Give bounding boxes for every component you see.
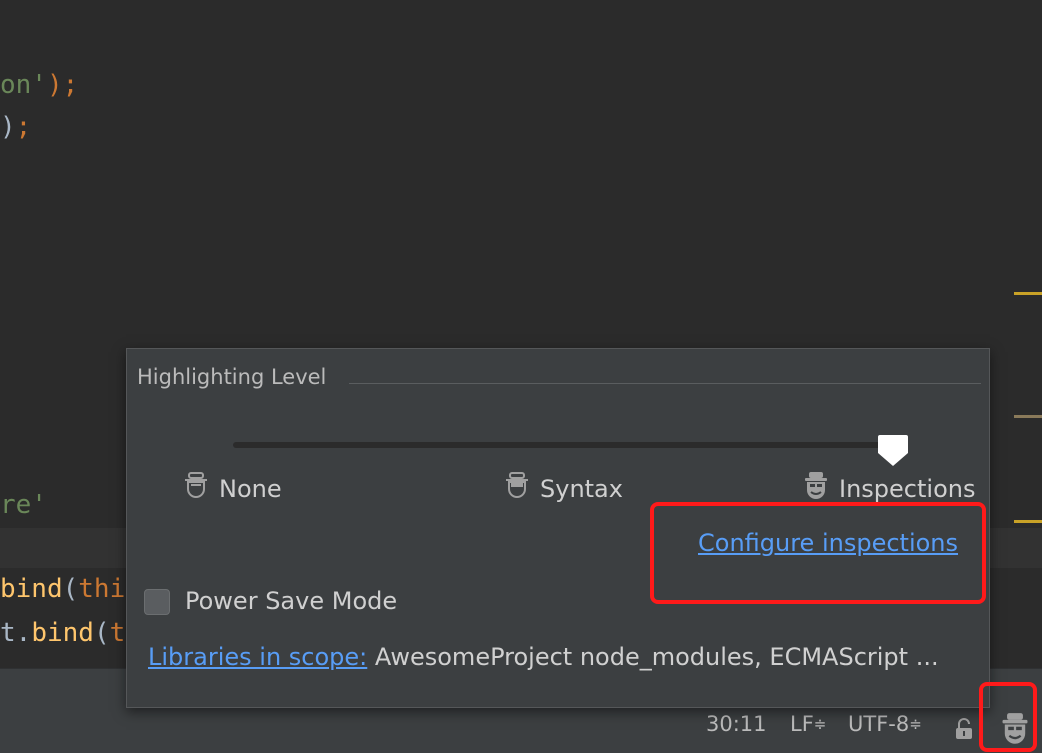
libraries-in-scope-link[interactable]: Libraries in scope: (148, 643, 367, 671)
code-plain: t. (0, 618, 32, 648)
code-line: bind(thi (0, 574, 125, 604)
encoding-widget[interactable]: UTF-8≑ (848, 712, 922, 736)
power-save-label[interactable]: Power Save Mode (185, 587, 397, 615)
line-separator-label: LF (790, 712, 814, 736)
power-save-checkbox[interactable] (144, 589, 170, 615)
level-inspections-label: Inspections (839, 475, 976, 503)
error-stripe-marker[interactable] (1014, 415, 1042, 418)
highlighting-slider[interactable] (233, 442, 905, 448)
level-none-option[interactable]: None (183, 471, 282, 507)
error-stripe-marker[interactable] (1014, 292, 1042, 295)
caret-position[interactable]: 30:11 (706, 712, 767, 736)
libraries-value: AwesomeProject node_modules, ECMAScript … (374, 643, 939, 671)
code-keyword: thi (78, 574, 126, 604)
highlight-box-hector (979, 682, 1037, 752)
libraries-row: Libraries in scope: AwesomeProject node_… (148, 643, 939, 671)
level-syntax-option[interactable]: Syntax (504, 471, 623, 507)
highlight-box-configure (650, 502, 986, 604)
code-string: re' (0, 490, 47, 520)
code-function: bind (0, 574, 63, 604)
level-syntax-label: Syntax (540, 475, 623, 503)
hector-none-icon (183, 471, 209, 507)
line-separator-arrows: ≑ (813, 715, 827, 733)
hector-syntax-icon (504, 471, 530, 507)
code-paren: ( (62, 574, 79, 604)
code-string: on' (0, 70, 47, 100)
level-none-label: None (219, 475, 282, 503)
line-separator-widget[interactable]: LF≑ (790, 712, 826, 736)
code-line: ); (0, 112, 31, 142)
code-paren: ) (0, 112, 16, 142)
encoding-label: UTF-8 (848, 712, 910, 736)
code-function: bind (31, 618, 94, 648)
code-punctuation: ); (46, 70, 79, 100)
code-paren: ( (93, 618, 110, 648)
code-punctuation: ; (15, 112, 32, 142)
encoding-arrows: ≑ (909, 715, 922, 733)
slider-thumb-icon[interactable] (877, 433, 909, 467)
title-separator (349, 383, 981, 384)
lock-icon[interactable] (954, 718, 974, 740)
code-line: on'); (0, 70, 78, 100)
error-stripe-marker[interactable] (1014, 520, 1042, 523)
popup-title: Highlighting Level (137, 365, 327, 389)
code-line: re' (0, 490, 47, 520)
